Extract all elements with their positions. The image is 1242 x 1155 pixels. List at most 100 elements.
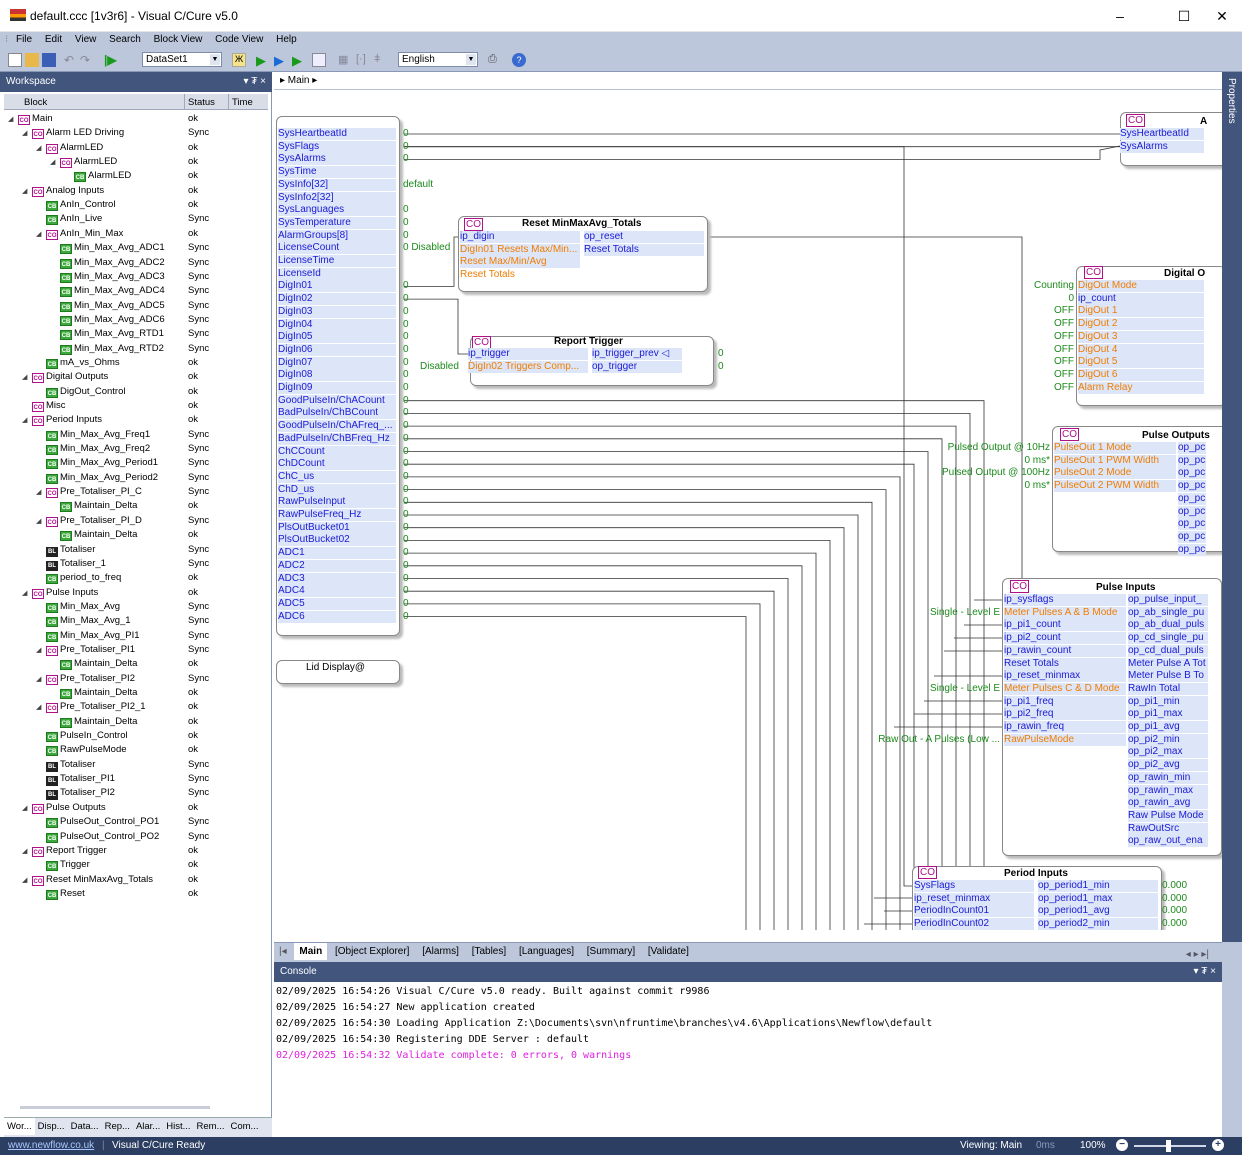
column-status[interactable]: Status	[188, 97, 215, 108]
pulsein-output[interactable]: op_pi1_max	[1128, 708, 1208, 721]
tree-row[interactable]: CB Min_Max_Avg_ADC4 Sync	[4, 284, 268, 298]
expand-toggle-icon[interactable]: ◢	[8, 113, 18, 127]
tree-row[interactable]: ◢ CO Digital Outputs ok	[4, 370, 268, 384]
sys-pin[interactable]: GoodPulseIn/ChAFreq_...	[278, 420, 396, 433]
expand-toggle-icon[interactable]: ◢	[36, 228, 46, 242]
reset-input[interactable]: Reset Totals	[460, 269, 580, 281]
play-step-icon[interactable]: ▶	[292, 53, 306, 68]
sys-pin[interactable]: SysInfo2[32]	[278, 191, 396, 204]
wire[interactable]	[404, 489, 887, 930]
tree-row[interactable]: CB Min_Max_Avg_ADC1 Sync	[4, 241, 268, 255]
period-input[interactable]: ip_reset_minmax	[914, 892, 1034, 905]
wire[interactable]	[404, 552, 817, 930]
horizontal-scrollbar[interactable]	[20, 1106, 210, 1109]
menu-edit[interactable]: Edit	[40, 32, 67, 47]
expand-toggle-icon[interactable]: ◢	[36, 142, 46, 156]
workspace-tab[interactable]: Hist...	[163, 1118, 193, 1135]
pulsein-output[interactable]: op_pi1_min	[1128, 695, 1208, 708]
sys-pin[interactable]: LicenseCount	[278, 242, 396, 255]
sys-pin[interactable]: ChCCount	[278, 445, 396, 458]
workspace-tab[interactable]: Com...	[228, 1118, 262, 1135]
language-select[interactable]: English ▼	[398, 52, 478, 67]
help-icon[interactable]: ?	[512, 53, 526, 67]
period-input[interactable]: SysFlags	[914, 880, 1034, 892]
pulsein-output[interactable]: op_pulse_input_	[1128, 594, 1208, 606]
properties-sidebar[interactable]: Properties	[1222, 72, 1242, 942]
wire[interactable]	[404, 527, 845, 930]
zoom-out-icon[interactable]: −	[1116, 1139, 1128, 1151]
expand-toggle-icon[interactable]: ◢	[50, 156, 60, 170]
pulseout-output[interactable]: op_pc	[1178, 467, 1206, 480]
tree-row[interactable]: CB Maintain_Delta ok	[4, 686, 268, 700]
expand-toggle-icon[interactable]: ◢	[22, 185, 32, 199]
pulsein-output[interactable]: op_pi2_max	[1128, 746, 1208, 759]
lang-edit-icon[interactable]: ǂ	[374, 53, 388, 67]
pulsein-output[interactable]: op_cd_dual_puls	[1128, 644, 1208, 657]
pulsein-output[interactable]: op_rawin_max	[1128, 784, 1208, 797]
step-icon[interactable]: Ж	[232, 53, 246, 67]
tree-row[interactable]: ◢ CO AlarmLED ok	[4, 141, 268, 155]
tree-row[interactable]: CB AlarmLED ok	[4, 169, 268, 183]
tree-row[interactable]: CB Min_Max_Avg_ADC3 Sync	[4, 270, 268, 284]
tree-row[interactable]: ◢ CO Main ok	[4, 112, 268, 126]
expand-toggle-icon[interactable]: ◢	[36, 673, 46, 687]
pulseout-output[interactable]: op_pc	[1178, 518, 1206, 531]
digout-input[interactable]: DigOut 2	[1078, 318, 1204, 331]
pulsein-input[interactable]: ip_pi1_freq	[1004, 695, 1126, 708]
expand-toggle-icon[interactable]: ◢	[22, 874, 32, 888]
tree-row[interactable]: CB Min_Max_Avg_Freq1 Sync	[4, 428, 268, 442]
pulseout-output[interactable]: op_pc	[1178, 530, 1206, 543]
tree-row[interactable]: CB RawPulseMode ok	[4, 743, 268, 757]
tree-row[interactable]: CB Min_Max_Avg_RTD1 Sync	[4, 327, 268, 341]
wire[interactable]	[404, 590, 775, 930]
zoom-slider-thumb[interactable]	[1166, 1140, 1171, 1152]
pulsein-output[interactable]: op_pi2_avg	[1128, 759, 1208, 772]
minimize-button[interactable]: –	[1100, 4, 1140, 28]
console-controls[interactable]: ▾ ₮ ×	[1193, 966, 1216, 977]
tree-row[interactable]: CB Min_Max_Avg_1 Sync	[4, 614, 268, 628]
tree-row[interactable]: ◢ CO Report Trigger ok	[4, 844, 268, 858]
sys-pin[interactable]: DigIn05	[278, 331, 396, 344]
pulsein-input[interactable]: Meter Pulses A & B Mode	[1004, 606, 1126, 619]
sys-pin[interactable]: LicenseTime	[278, 255, 396, 267]
tree-row[interactable]: CB Maintain_Delta ok	[4, 715, 268, 729]
tree-row[interactable]: ◢ CO Reset MinMaxAvg_Totals ok	[4, 873, 268, 887]
menu-help[interactable]: Help	[271, 32, 302, 47]
wire[interactable]	[404, 616, 747, 930]
tree-row[interactable]: ◢ CO Pre_Totaliser_PI1 Sync	[4, 643, 268, 657]
bracket-icon[interactable]: [·]	[356, 53, 370, 67]
tab-object-explorer[interactable]: [Object Explorer]	[330, 943, 414, 960]
expand-toggle-icon[interactable]: ◢	[22, 845, 32, 859]
tree-row[interactable]: CB Min_Max_Avg_RTD2 Sync	[4, 342, 268, 356]
pulseout-input[interactable]: PulseOut 2 Mode	[1054, 467, 1176, 480]
sys-pin[interactable]: DigIn04	[278, 318, 396, 331]
wire[interactable]	[404, 565, 803, 930]
sys-pin[interactable]: GoodPulseIn/ChACount	[278, 394, 396, 407]
pulsein-output[interactable]: RawOutSrc	[1128, 822, 1208, 835]
tree-row[interactable]: ◢ CO Period Inputs ok	[4, 413, 268, 427]
digout-input[interactable]: Alarm Relay	[1078, 381, 1204, 394]
expand-toggle-icon[interactable]: ◢	[22, 371, 32, 385]
tree-row[interactable]: ◢ CO Pre_Totaliser_PI2 Sync	[4, 672, 268, 686]
pulseout-output[interactable]: op_pc	[1178, 480, 1206, 493]
tree-row[interactable]: CB mA_vs_Ohms ok	[4, 356, 268, 370]
digout-input[interactable]: ip_count	[1078, 292, 1204, 305]
sys-pin[interactable]: LicenseId	[278, 267, 396, 280]
digout-input[interactable]: DigOut 4	[1078, 343, 1204, 356]
pulsein-input[interactable]: Reset Totals	[1004, 657, 1126, 670]
tree-row[interactable]: CB Min_Max_Avg_ADC6 Sync	[4, 313, 268, 327]
sys-pin[interactable]: DigIn03	[278, 305, 396, 318]
wire[interactable]	[404, 400, 985, 930]
tree-row[interactable]: CB AnIn_Live Sync	[4, 212, 268, 226]
tree-row[interactable]: ◢ CO Alarm LED Driving Sync	[4, 126, 268, 140]
tab-nav-icon[interactable]: ◂ ▸ ▸|	[1181, 946, 1214, 963]
menu-view[interactable]: View	[70, 32, 102, 47]
period-input[interactable]: PeriodInCount01	[914, 905, 1034, 918]
column-block[interactable]: Block	[24, 97, 47, 108]
tree-row[interactable]: CB PulseOut_Control_PO2 Sync	[4, 830, 268, 844]
menu-block-view[interactable]: Block View	[149, 32, 208, 47]
tree-row[interactable]: ◢ CO Pre_Totaliser_PI2_1 ok	[4, 700, 268, 714]
run-to-icon[interactable]: |▶	[104, 53, 118, 67]
sys-pin[interactable]: AlarmGroups[8]	[278, 229, 396, 242]
expand-toggle-icon[interactable]: ◢	[36, 486, 46, 500]
